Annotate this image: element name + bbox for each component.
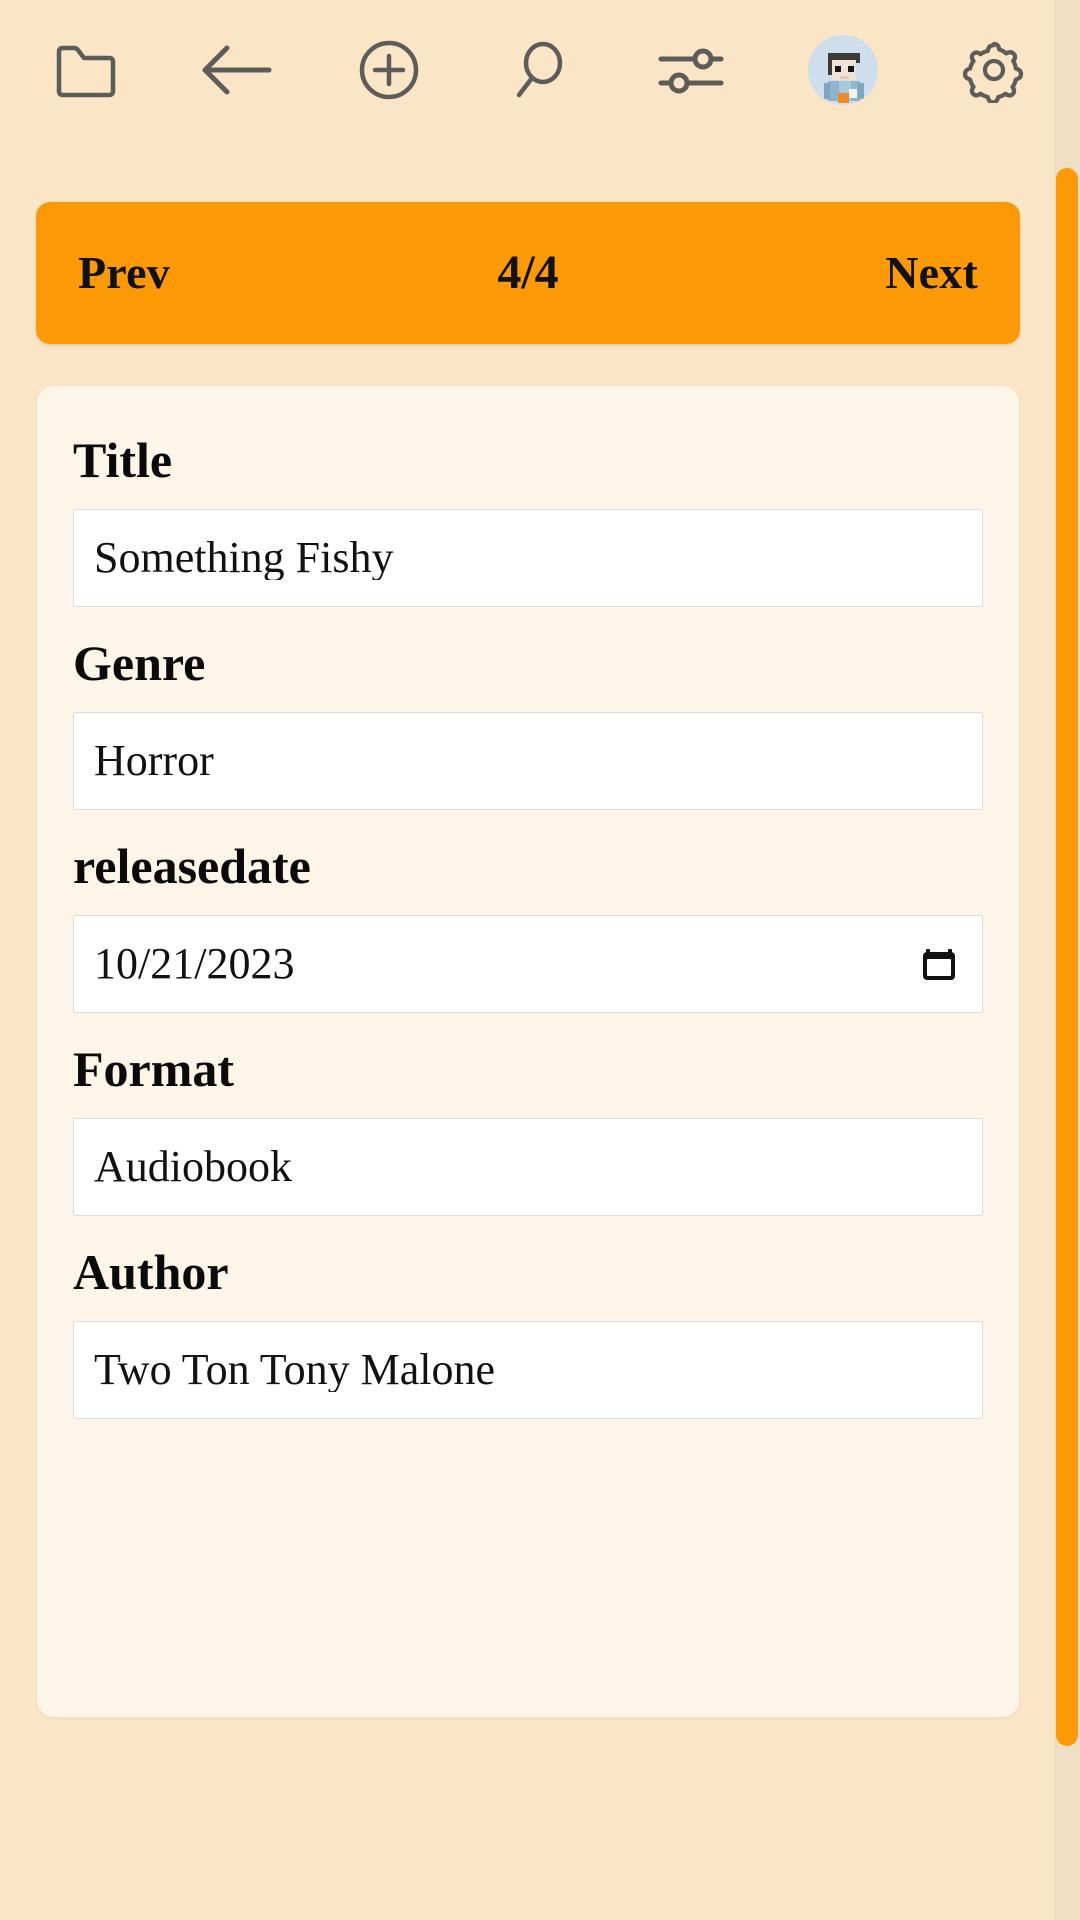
field-label-genre: Genre — [73, 635, 206, 691]
search-icon — [511, 39, 569, 101]
calendar-icon[interactable] — [920, 945, 958, 983]
title-value: Something Fishy — [94, 536, 394, 580]
field-label-releasedate: releasedate — [73, 838, 311, 894]
field-author: Author Two Ton Tony Malone — [73, 1242, 983, 1419]
prev-button[interactable]: Prev — [64, 240, 184, 306]
author-input[interactable]: Two Ton Tony Malone — [73, 1321, 983, 1419]
back-button[interactable] — [185, 18, 289, 122]
filters-button[interactable] — [639, 18, 743, 122]
add-circle-icon — [358, 39, 420, 101]
field-label-author: Author — [73, 1244, 229, 1300]
scrollbar-thumb[interactable] — [1056, 168, 1078, 1746]
next-button[interactable]: Next — [871, 240, 992, 306]
back-arrow-icon — [201, 42, 273, 98]
gear-icon — [961, 37, 1027, 103]
releasedate-value: 10/21/2023 — [94, 942, 295, 986]
record-card: Title Something Fishy Genre Horror relea… — [36, 385, 1020, 1718]
title-input[interactable]: Something Fishy — [73, 509, 983, 607]
account-button[interactable] — [791, 18, 895, 122]
genre-input[interactable]: Horror — [73, 712, 983, 810]
avatar — [807, 35, 878, 105]
format-input[interactable]: Audiobook — [73, 1118, 983, 1216]
filter-sliders-icon — [655, 42, 727, 98]
settings-button[interactable] — [942, 18, 1046, 122]
field-label-format: Format — [73, 1041, 235, 1097]
field-genre: Genre Horror — [73, 633, 983, 810]
field-format: Format Audiobook — [73, 1039, 983, 1216]
add-button[interactable] — [337, 18, 441, 122]
field-releasedate: releasedate 10/21/2023 — [73, 836, 983, 1013]
search-button[interactable] — [488, 18, 592, 122]
field-label-title: Title — [73, 432, 173, 488]
folder-button[interactable] — [34, 18, 138, 122]
pager-bar: Prev 4/4 Next — [36, 202, 1020, 344]
field-title: Title Something Fishy — [73, 430, 983, 607]
genre-value: Horror — [94, 739, 214, 783]
top-toolbar — [0, 0, 1080, 140]
page-counter: 4/4 — [497, 246, 559, 299]
author-value: Two Ton Tony Malone — [94, 1348, 496, 1392]
releasedate-input[interactable]: 10/21/2023 — [73, 915, 983, 1013]
folder-icon — [54, 41, 118, 99]
format-value: Audiobook — [94, 1145, 292, 1189]
